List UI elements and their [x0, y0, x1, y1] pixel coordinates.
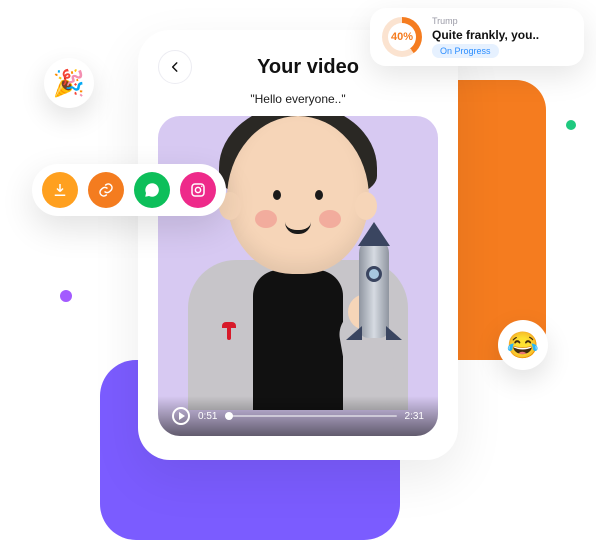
progress-subtitle: Trump	[432, 16, 539, 26]
avatar-character	[183, 116, 413, 410]
chat-bubble-icon	[143, 181, 161, 199]
tesla-logo-icon	[222, 322, 236, 340]
party-popper-icon: 🎉	[53, 68, 85, 99]
seek-track[interactable]	[225, 415, 396, 417]
share-instagram-button[interactable]	[180, 172, 216, 208]
share-chat-button[interactable]	[134, 172, 170, 208]
video-controls: 0:51 2:31	[158, 396, 438, 436]
seek-knob[interactable]	[225, 412, 233, 420]
chevron-left-icon	[168, 60, 182, 74]
link-icon	[97, 181, 115, 199]
decorative-green-dot	[566, 120, 576, 130]
avatar-shirt	[253, 270, 343, 410]
reaction-bubble-laugh[interactable]: 😂	[498, 320, 548, 370]
progress-title: Quite frankly, you..	[432, 28, 539, 42]
copy-link-button[interactable]	[88, 172, 124, 208]
back-button[interactable]	[158, 50, 192, 84]
progress-info: Trump Quite frankly, you.. On Progress	[432, 16, 539, 58]
decorative-purple-dot	[60, 290, 72, 302]
download-button[interactable]	[42, 172, 78, 208]
avatar-body	[188, 260, 408, 410]
download-icon	[51, 181, 69, 199]
current-time: 0:51	[198, 411, 217, 422]
duration: 2:31	[405, 411, 424, 422]
video-card: Your video "Hello everyone.."	[138, 30, 458, 460]
progress-card[interactable]: 40% Trump Quite frankly, you.. On Progre…	[370, 8, 584, 66]
progress-percent: 40%	[391, 31, 413, 43]
avatar-head	[227, 116, 369, 274]
laugh-emoji-icon: 😂	[507, 330, 539, 361]
progress-ring: 40%	[382, 17, 422, 57]
video-caption: "Hello everyone.."	[158, 92, 438, 106]
instagram-icon	[189, 181, 207, 199]
rocket-icon	[350, 226, 398, 356]
status-badge: On Progress	[432, 44, 499, 58]
share-bar	[32, 164, 226, 216]
play-button[interactable]	[172, 407, 190, 425]
reaction-bubble-party[interactable]: 🎉	[44, 58, 94, 108]
